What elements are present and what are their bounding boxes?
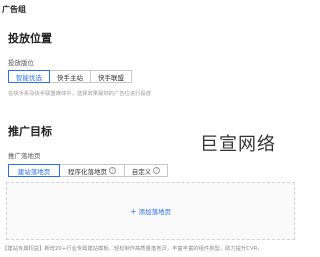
- tab-custom-label: 自定义: [131, 167, 152, 176]
- ad-group-label: 广告组: [2, 5, 26, 14]
- landing-page-field-label: 推广落地页: [8, 152, 41, 160]
- tab-custom-landing-page[interactable]: 自定义 ?: [124, 164, 168, 177]
- tab-programmatic-landing-page[interactable]: 程序化落地页 ?: [59, 164, 125, 177]
- add-landing-page-button[interactable]: + 添加落地页: [129, 206, 172, 217]
- tab-site-landing-page[interactable]: 建站落地页: [8, 164, 60, 177]
- plus-icon: +: [129, 206, 137, 216]
- placement-hint: 在快手系及快手联盟媒体中，选择效果最好的广告位进行投放: [8, 91, 152, 97]
- placement-section-title: 投放位置: [8, 32, 52, 45]
- help-icon[interactable]: ?: [109, 167, 116, 174]
- tab-programmatic-label: 程序化落地页: [68, 167, 107, 176]
- placement-selector: 智能优选 快手主站 快手联盟: [8, 70, 132, 83]
- add-landing-page-area[interactable]: + 添加落地页: [6, 182, 295, 240]
- placement-option-kuaishou-union[interactable]: 快手联盟: [90, 70, 132, 83]
- target-section-title: 推广目标: [8, 125, 52, 138]
- help-icon[interactable]: ?: [153, 167, 161, 174]
- placement-option-kuaishou-main[interactable]: 快手主站: [49, 70, 91, 83]
- add-landing-page-label: 添加落地页: [138, 208, 172, 216]
- site-benefit-note: 【建站专属权益】新增20+行业专属建站模板，轻松制作高质量落地页，丰富丰富的组件…: [2, 246, 263, 252]
- tab-site-landing-page-label: 建站落地页: [17, 167, 51, 176]
- watermark-text: 巨宣网络: [200, 134, 276, 155]
- placement-option-smart[interactable]: 智能优选: [8, 70, 50, 83]
- landing-page-type-selector: 建站落地页 程序化落地页 ? 自定义 ?: [8, 164, 168, 177]
- placement-field-label: 投放版位: [8, 59, 34, 67]
